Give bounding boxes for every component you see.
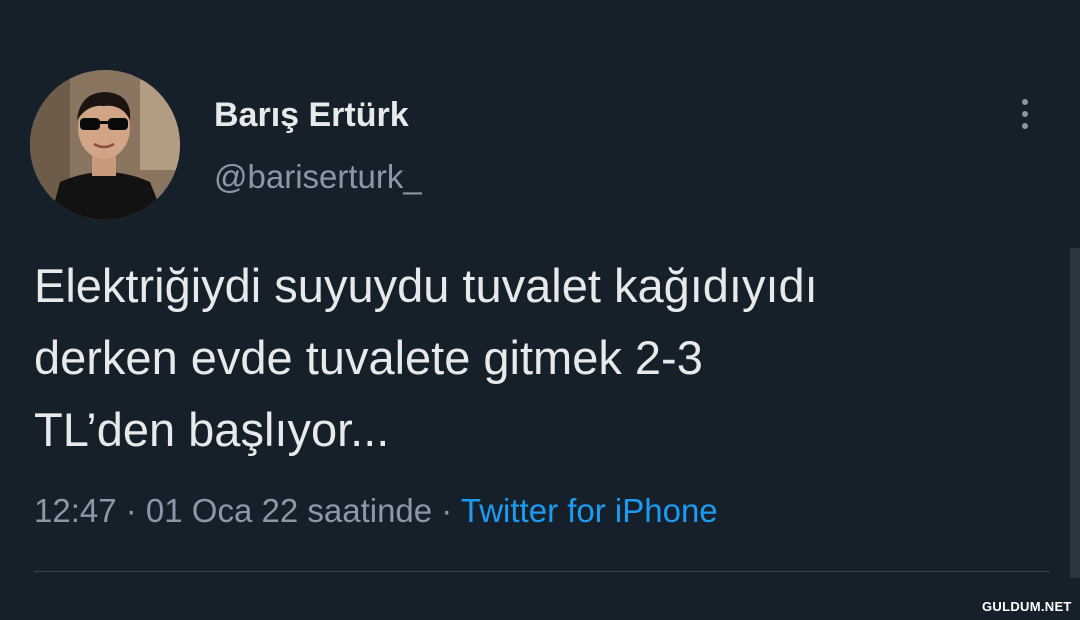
more-vertical-icon[interactable] [1010, 96, 1040, 136]
tweet-source-link[interactable]: Twitter for iPhone [461, 492, 718, 529]
tweet-time[interactable]: 12:47 [34, 492, 117, 529]
meta-separator: · [432, 492, 461, 529]
watermark: GULDUM.NET [982, 599, 1072, 614]
meta-separator: · [116, 492, 146, 529]
scrollbar[interactable] [1070, 248, 1080, 578]
tweet-card: Barış Ertürk @bariserturk_ Elektriğiydi … [0, 0, 1080, 620]
avatar-photo [30, 70, 180, 220]
avatar[interactable] [30, 70, 180, 220]
author-display-name[interactable]: Barış Ertürk [214, 96, 409, 135]
author-handle[interactable]: @bariserturk_ [214, 158, 422, 196]
tweet-date[interactable]: 01 Oca 22 saatinde [146, 492, 432, 529]
divider [34, 571, 1050, 572]
tweet-text: Elektriğiydi suyuydu tuvalet kağıdıyıdı … [34, 259, 818, 456]
tweet-meta: 12:47 · 01 Oca 22 saatinde · Twitter for… [34, 492, 718, 530]
